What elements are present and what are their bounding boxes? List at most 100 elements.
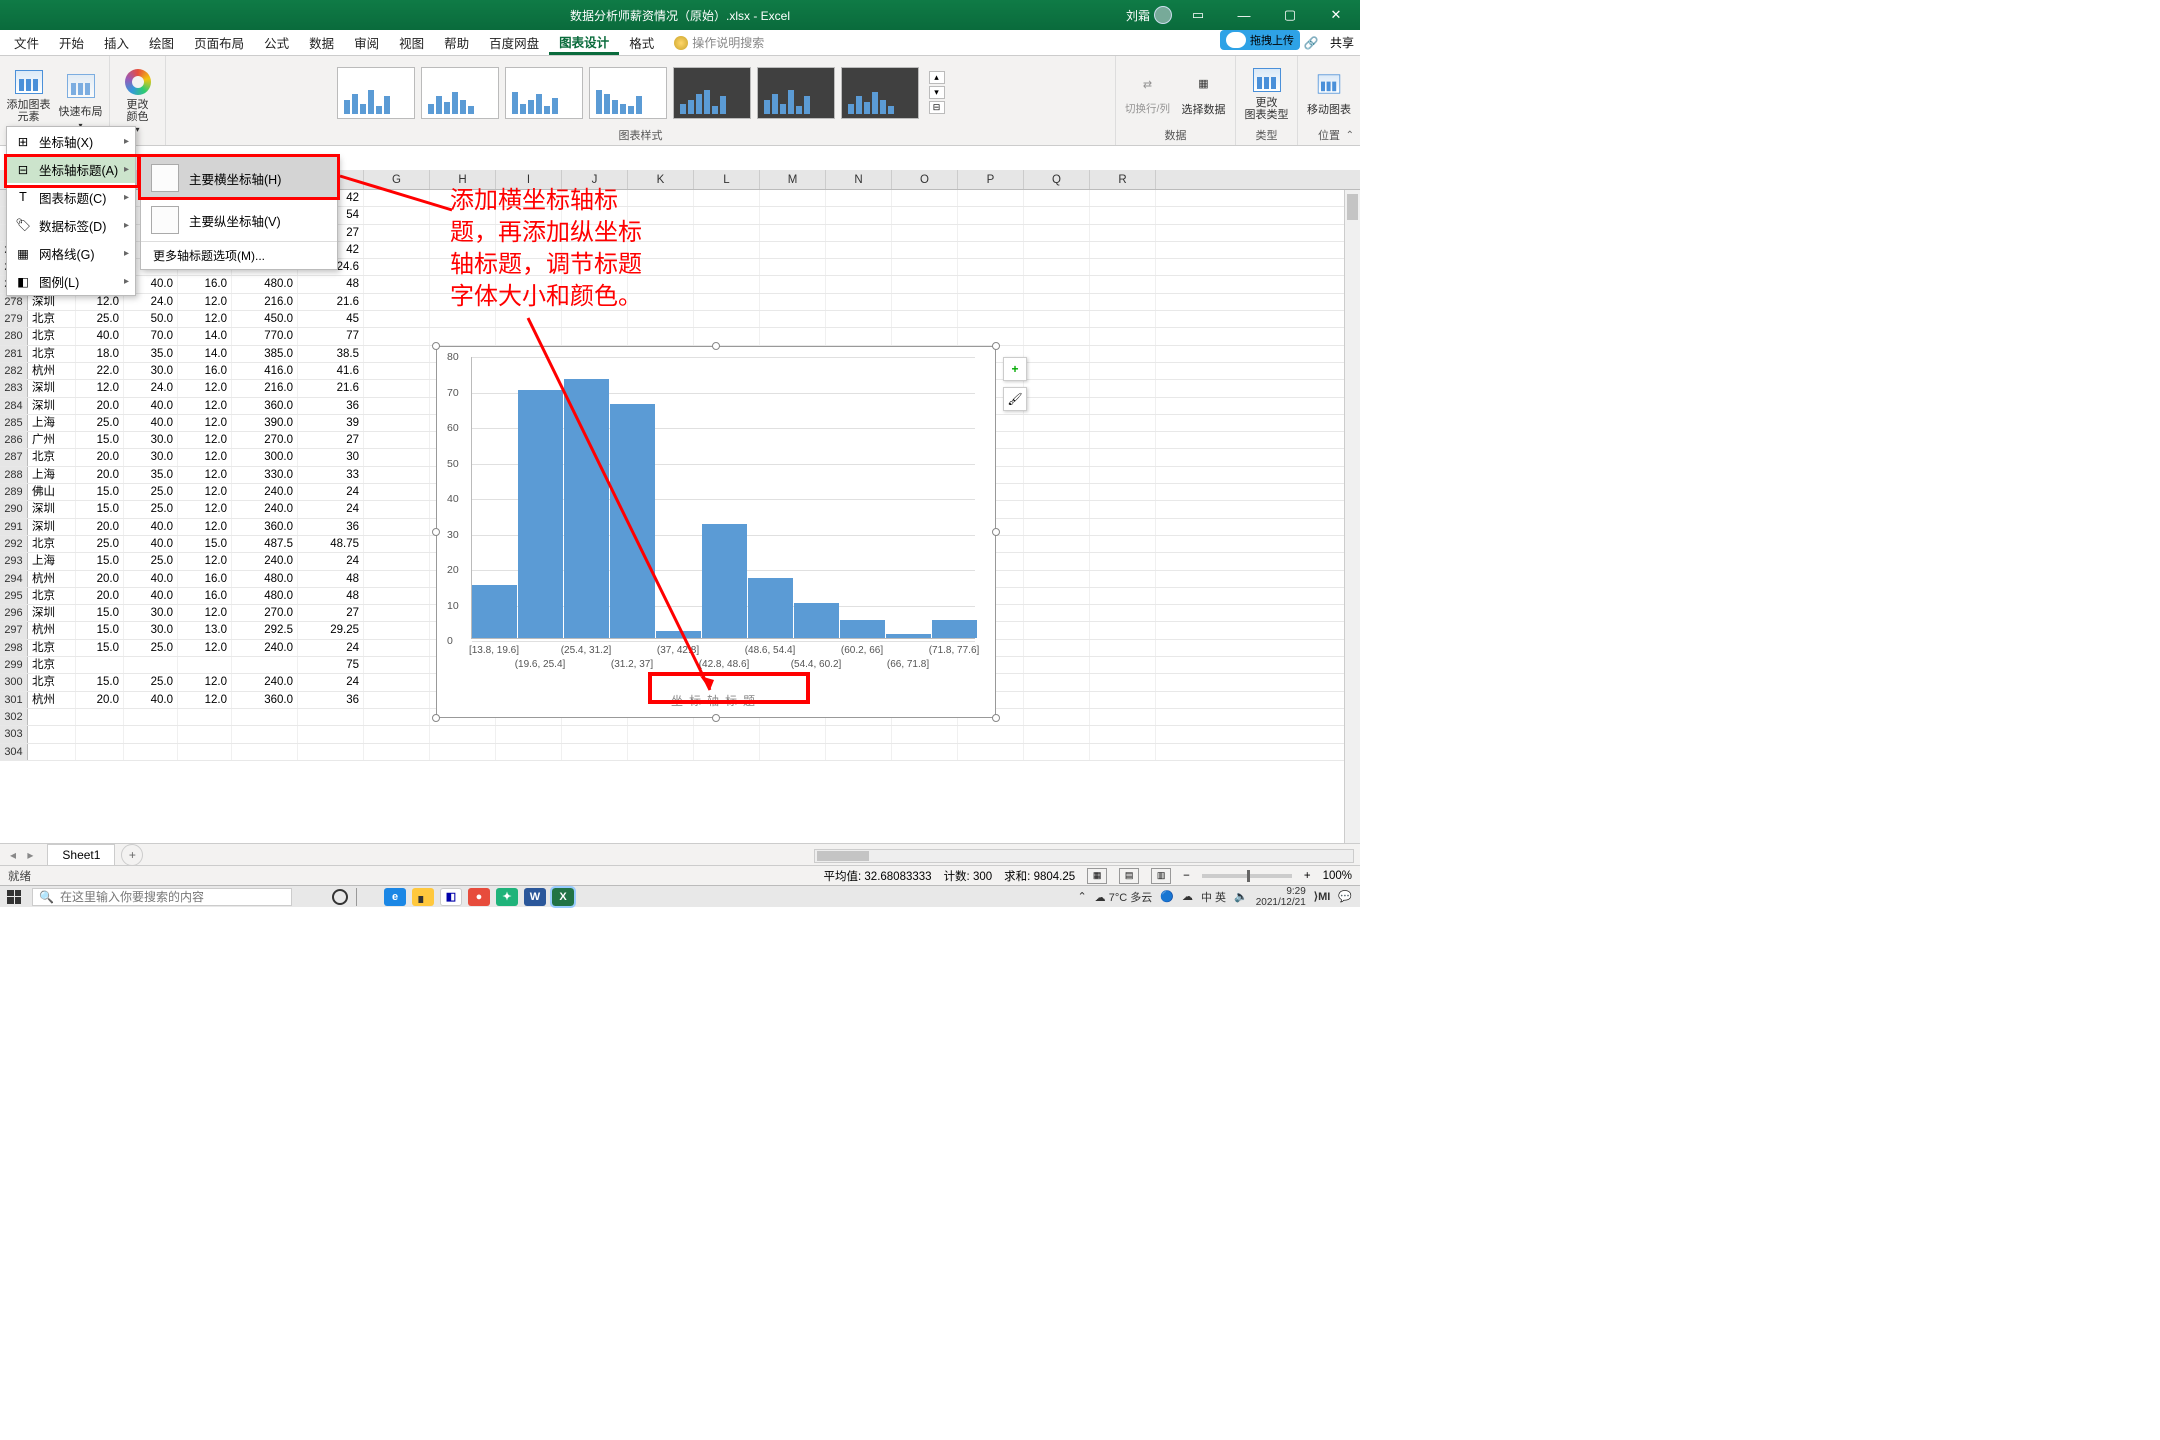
cell[interactable]: 48 [298, 276, 364, 292]
cell[interactable]: 480.0 [232, 276, 298, 292]
cell[interactable] [1090, 536, 1156, 552]
col-header[interactable]: M [760, 170, 826, 189]
cell[interactable] [1090, 259, 1156, 275]
cell[interactable] [1024, 311, 1090, 327]
cell[interactable]: 390.0 [232, 415, 298, 431]
zoom-level[interactable]: 100% [1323, 870, 1352, 882]
cell[interactable]: 40.0 [124, 519, 178, 535]
zoom-slider[interactable] [1202, 874, 1292, 878]
table-row[interactable]: 280北京40.070.014.0770.077 [0, 328, 1360, 345]
cell[interactable]: 30.0 [124, 449, 178, 465]
col-header[interactable]: Q [1024, 170, 1090, 189]
collapse-ribbon-icon[interactable]: ⌃ [1346, 130, 1354, 141]
cell[interactable] [760, 328, 826, 344]
onedrive-icon[interactable]: ☁ [1182, 890, 1193, 903]
cell[interactable]: 30 [298, 449, 364, 465]
cell[interactable] [760, 744, 826, 760]
cell[interactable] [892, 259, 958, 275]
cell[interactable] [1024, 588, 1090, 604]
cell[interactable] [892, 276, 958, 292]
cell[interactable] [1090, 311, 1156, 327]
cell[interactable] [364, 242, 430, 258]
cell[interactable] [364, 588, 430, 604]
cell[interactable] [124, 744, 178, 760]
cell[interactable] [232, 726, 298, 742]
chart-bar[interactable] [748, 578, 793, 638]
cell[interactable] [1090, 242, 1156, 258]
cell[interactable] [826, 294, 892, 310]
cell[interactable] [430, 276, 496, 292]
cell[interactable]: 450.0 [232, 311, 298, 327]
cell[interactable] [364, 276, 430, 292]
cell[interactable] [892, 207, 958, 223]
cell[interactable] [1090, 432, 1156, 448]
col-header[interactable]: R [1090, 170, 1156, 189]
maximize-button[interactable]: ▢ [1270, 0, 1310, 30]
cell[interactable] [76, 657, 124, 673]
cell[interactable] [1090, 225, 1156, 241]
user-account[interactable]: 刘霜 [1126, 6, 1172, 24]
cell[interactable]: 25.0 [76, 415, 124, 431]
cell[interactable] [562, 259, 628, 275]
weather-widget[interactable]: ☁ 7°C 多云 [1095, 889, 1153, 905]
cell[interactable]: 20.0 [76, 449, 124, 465]
cell[interactable] [364, 536, 430, 552]
cell[interactable]: 北京 [28, 640, 76, 656]
cell[interactable]: 24 [298, 553, 364, 569]
cell[interactable]: 12.0 [178, 519, 232, 535]
row-header[interactable]: 290 [0, 501, 28, 517]
cell[interactable] [430, 328, 496, 344]
cell[interactable] [1090, 449, 1156, 465]
cell[interactable]: 330.0 [232, 467, 298, 483]
cell[interactable] [1090, 605, 1156, 621]
cell[interactable]: 270.0 [232, 605, 298, 621]
cell[interactable]: 12.0 [76, 294, 124, 310]
cell[interactable] [1090, 294, 1156, 310]
cell[interactable]: 12.0 [178, 415, 232, 431]
menu-帮助[interactable]: 帮助 [434, 30, 479, 55]
cell[interactable] [694, 294, 760, 310]
cell[interactable] [628, 259, 694, 275]
cell[interactable] [232, 709, 298, 725]
cell[interactable] [1090, 467, 1156, 483]
move-chart-button[interactable]: 移动图表 [1306, 69, 1352, 117]
cell[interactable] [1024, 294, 1090, 310]
cell[interactable] [364, 640, 430, 656]
cell[interactable]: 12.0 [178, 692, 232, 708]
cell[interactable]: 14.0 [178, 346, 232, 362]
cell[interactable] [496, 259, 562, 275]
cell[interactable] [1090, 571, 1156, 587]
menu-视图[interactable]: 视图 [389, 30, 434, 55]
resize-handle[interactable] [992, 714, 1000, 722]
excel-icon[interactable]: X [552, 888, 574, 906]
cell[interactable] [826, 242, 892, 258]
cell[interactable]: 48 [298, 588, 364, 604]
cell[interactable] [496, 311, 562, 327]
share-button[interactable]: 🔗 共享 [1304, 34, 1354, 51]
row-header[interactable]: 295 [0, 588, 28, 604]
cell[interactable] [1090, 276, 1156, 292]
cell[interactable]: 240.0 [232, 501, 298, 517]
cell[interactable]: 35.0 [124, 346, 178, 362]
row-header[interactable]: 300 [0, 674, 28, 690]
resize-handle[interactable] [432, 342, 440, 350]
cell[interactable] [958, 190, 1024, 206]
cell[interactable]: 北京 [28, 311, 76, 327]
cell[interactable]: 24.0 [124, 294, 178, 310]
cell[interactable] [1024, 622, 1090, 638]
cell[interactable] [892, 242, 958, 258]
cell[interactable]: 20.0 [76, 398, 124, 414]
menu-绘图[interactable]: 绘图 [139, 30, 184, 55]
cell[interactable]: 15.0 [76, 484, 124, 500]
cell[interactable] [1024, 398, 1090, 414]
row-header[interactable]: 280 [0, 328, 28, 344]
cell[interactable] [1090, 398, 1156, 414]
cell[interactable]: 30.0 [124, 605, 178, 621]
cell[interactable] [1024, 415, 1090, 431]
cell[interactable]: 16.0 [178, 363, 232, 379]
cell[interactable]: 15.0 [178, 536, 232, 552]
cell[interactable] [496, 276, 562, 292]
cell[interactable] [826, 328, 892, 344]
cell[interactable] [760, 207, 826, 223]
cell[interactable]: 30.0 [124, 432, 178, 448]
